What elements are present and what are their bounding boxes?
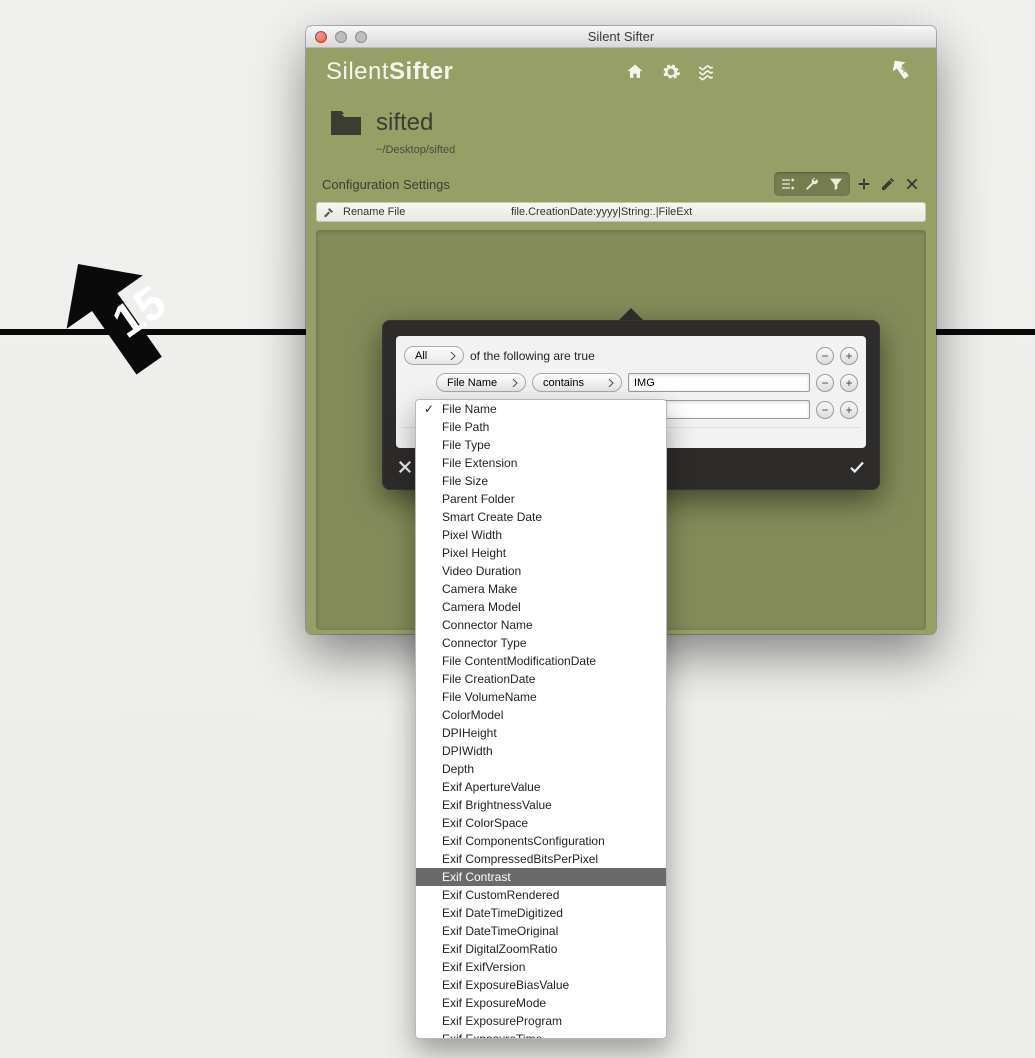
app-title-sifter: Sifter — [389, 58, 453, 85]
home-icon[interactable] — [625, 62, 645, 82]
rule-expression: file.CreationDate:yyyy|String:.|FileExt — [511, 206, 919, 218]
app-title-silent: Silent — [326, 58, 389, 85]
dropdown-item[interactable]: DPIWidth — [416, 742, 666, 760]
config-label: Configuration Settings — [322, 177, 450, 192]
dropdown-item[interactable]: Exif DateTimeDigitized — [416, 904, 666, 922]
dropdown-item[interactable]: File VolumeName — [416, 688, 666, 706]
output-folder-block: sifted ~/Desktop/sifted — [306, 96, 936, 160]
brand-arrow-icon[interactable]: 15 — [888, 57, 916, 85]
remove-scope-button[interactable]: − — [816, 347, 834, 365]
config-toolgroup — [774, 172, 850, 196]
value-input[interactable] — [665, 400, 810, 419]
field-select[interactable]: File Name — [436, 373, 526, 392]
dropdown-item[interactable]: Exif ExifVersion — [416, 958, 666, 976]
hammer-icon — [323, 206, 335, 218]
folder-path: ~/Desktop/sifted — [376, 138, 914, 156]
dropdown-item[interactable]: File CreationDate — [416, 670, 666, 688]
dropdown-item[interactable]: Exif Contrast — [416, 868, 666, 886]
criteria-scope-row: All of the following are true − + — [402, 342, 860, 369]
config-side-tools — [856, 176, 920, 192]
dropdown-item[interactable]: Smart Create Date — [416, 508, 666, 526]
config-header: Configuration Settings — [306, 160, 936, 202]
confirm-button[interactable] — [848, 458, 866, 476]
dropdown-item[interactable]: Depth — [416, 760, 666, 778]
dropdown-item[interactable]: Camera Make — [416, 580, 666, 598]
add-row-button[interactable]: + — [840, 401, 858, 419]
dropdown-item[interactable]: File ContentModificationDate — [416, 652, 666, 670]
app-title: SilentSifter — [326, 58, 453, 86]
dropdown-item[interactable]: File Size — [416, 472, 666, 490]
edit-icon[interactable] — [880, 176, 896, 192]
sift-icon[interactable] — [696, 62, 716, 82]
dropdown-item[interactable]: Exif ComponentsConfiguration — [416, 832, 666, 850]
dropdown-item[interactable]: Pixel Width — [416, 526, 666, 544]
dropdown-item[interactable]: Exif ExposureProgram — [416, 1012, 666, 1030]
dropdown-item[interactable]: Connector Type — [416, 634, 666, 652]
dropdown-item[interactable]: Exif ColorSpace — [416, 814, 666, 832]
dropdown-item[interactable]: Exif ApertureValue — [416, 778, 666, 796]
field-dropdown[interactable]: File NameFile PathFile TypeFile Extensio… — [415, 399, 667, 1039]
list-settings-icon[interactable] — [780, 176, 796, 192]
dropdown-item[interactable]: Exif ExposureBiasValue — [416, 976, 666, 994]
add-row-button[interactable]: + — [840, 374, 858, 392]
dropdown-item[interactable]: Exif DateTimeOriginal — [416, 922, 666, 940]
dropdown-item[interactable]: Parent Folder — [416, 490, 666, 508]
dropdown-item[interactable]: Video Duration — [416, 562, 666, 580]
dropdown-item[interactable]: Exif DigitalZoomRatio — [416, 940, 666, 958]
add-icon[interactable] — [856, 176, 872, 192]
cancel-button[interactable] — [396, 458, 414, 476]
match-suffix-label: of the following are true — [470, 349, 595, 363]
dropdown-item[interactable]: File Path — [416, 418, 666, 436]
dropdown-item[interactable]: ColorModel — [416, 706, 666, 724]
wrench-icon[interactable] — [804, 176, 820, 192]
dropdown-item[interactable]: Exif ExposureTime — [416, 1030, 666, 1039]
add-scope-button[interactable]: + — [840, 347, 858, 365]
app-header: SilentSifter 15 — [306, 48, 936, 96]
criteria-row-1: File Name contains − + — [402, 369, 860, 396]
window-title: Silent Sifter — [306, 29, 936, 44]
operator-select[interactable]: contains — [532, 373, 622, 392]
folder-name: sifted — [376, 109, 433, 137]
remove-row-button[interactable]: − — [816, 401, 834, 419]
brand-logo-large: 15 — [45, 250, 200, 405]
dropdown-item[interactable]: Connector Name — [416, 616, 666, 634]
dropdown-item[interactable]: Exif CustomRendered — [416, 886, 666, 904]
dropdown-item[interactable]: DPIHeight — [416, 724, 666, 742]
rule-name: Rename File — [343, 206, 503, 218]
dropdown-item[interactable]: Exif ExposureMode — [416, 994, 666, 1012]
dropdown-item[interactable]: Exif CompressedBitsPerPixel — [416, 850, 666, 868]
value-input[interactable] — [628, 373, 810, 392]
close-icon[interactable] — [904, 176, 920, 192]
gear-icon[interactable] — [661, 62, 681, 82]
funnel-icon[interactable] — [828, 176, 844, 192]
folder-icon — [328, 108, 364, 138]
dropdown-item[interactable]: Camera Model — [416, 598, 666, 616]
dropdown-item[interactable]: File Extension — [416, 454, 666, 472]
dropdown-item[interactable]: Pixel Height — [416, 544, 666, 562]
match-scope-select[interactable]: All — [404, 346, 464, 365]
rule-row[interactable]: Rename File file.CreationDate:yyyy|Strin… — [316, 202, 926, 222]
window-titlebar: Silent Sifter — [306, 26, 936, 48]
dropdown-item[interactable]: File Name — [416, 400, 666, 418]
dropdown-item[interactable]: File Type — [416, 436, 666, 454]
remove-row-button[interactable]: − — [816, 374, 834, 392]
dropdown-item[interactable]: Exif BrightnessValue — [416, 796, 666, 814]
